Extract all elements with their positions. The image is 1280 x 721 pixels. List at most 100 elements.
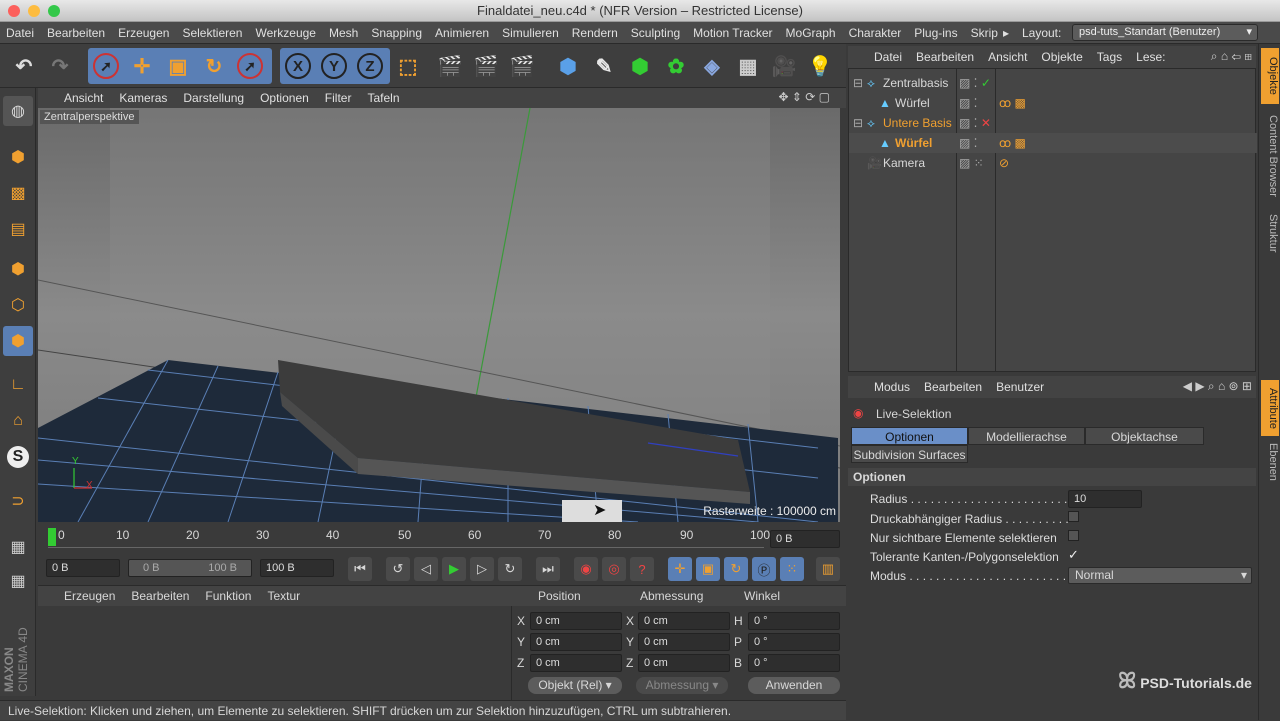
mat-menu-erzeugen[interactable]: Erzeugen bbox=[64, 589, 115, 603]
side-tab-struktur[interactable]: Struktur bbox=[1261, 208, 1279, 258]
menu-werkzeuge[interactable]: Werkzeuge bbox=[255, 26, 315, 40]
pos-z-field[interactable]: 0 cm bbox=[530, 654, 622, 672]
make-editable-button[interactable]: ◍ bbox=[3, 96, 33, 126]
pressure-radius-checkbox[interactable] bbox=[1068, 511, 1079, 522]
current-frame-field[interactable]: 0 B bbox=[770, 530, 840, 548]
light-button[interactable]: 💡 bbox=[804, 49, 836, 83]
tab-subdivision-surfaces[interactable]: Subdivision Surfaces bbox=[851, 445, 968, 463]
om-menu-bearbeiten[interactable]: Bearbeiten bbox=[916, 50, 974, 64]
vp-menu-optionen[interactable]: Optionen bbox=[260, 91, 309, 105]
menu-datei[interactable]: Datei bbox=[6, 26, 34, 40]
mat-menu-bearbeiten[interactable]: Bearbeiten bbox=[131, 589, 189, 603]
cube-button[interactable]: ⬢ bbox=[552, 49, 584, 83]
tolerant-selection-checkbox[interactable]: ✓ bbox=[1068, 547, 1079, 563]
axis-mode-button[interactable]: ∟ bbox=[3, 370, 33, 400]
object-name[interactable]: Würfel bbox=[895, 93, 930, 113]
menu-animieren[interactable]: Animieren bbox=[435, 26, 489, 40]
menu-rendern[interactable]: Rendern bbox=[572, 26, 618, 40]
key-pla-button[interactable]: ⁙ bbox=[780, 557, 804, 581]
mat-menu-funktion[interactable]: Funktion bbox=[205, 589, 251, 603]
object-row[interactable]: ⊟ ⟡ Zentralbasis ▨ ⁚ ✓ bbox=[849, 73, 1257, 93]
minimize-button[interactable] bbox=[28, 5, 40, 17]
workplane-lock-button[interactable]: ▦ bbox=[3, 532, 33, 562]
menu-sculpting[interactable]: Sculpting bbox=[631, 26, 680, 40]
magnet-button[interactable]: ⊃ bbox=[3, 486, 33, 516]
menu-mesh[interactable]: Mesh bbox=[329, 26, 358, 40]
vp-menu-kameras[interactable]: Kameras bbox=[119, 91, 167, 105]
rot-p-field[interactable]: 0 ° bbox=[748, 633, 840, 651]
object-row-selected[interactable]: ▲ Würfel ▨ ⁚ ꝏ ▩ bbox=[849, 133, 1257, 153]
z-axis-button[interactable]: Z bbox=[354, 49, 386, 83]
object-name[interactable]: Kamera bbox=[883, 153, 925, 173]
size-y-field[interactable]: 0 cm bbox=[638, 633, 730, 651]
menu-plugins[interactable]: Plug-ins bbox=[914, 26, 957, 40]
mode-select[interactable]: Normal ▾ bbox=[1068, 567, 1252, 584]
am-menu-modus[interactable]: Modus bbox=[874, 380, 910, 394]
object-row[interactable]: ▲ Würfel ▨ ⁚ ꝏ ▩ bbox=[849, 93, 1257, 113]
visibility-icon[interactable]: ▨ ⁙ bbox=[959, 153, 984, 173]
render-view-button[interactable]: 🎬 bbox=[434, 49, 466, 83]
visibility-icon[interactable]: ▨ ⁚ bbox=[959, 133, 978, 153]
size-x-field[interactable]: 0 cm bbox=[638, 612, 730, 630]
visibility-icon[interactable]: ▨ ⁚ bbox=[959, 93, 978, 113]
zoom-button[interactable] bbox=[48, 5, 60, 17]
deformer-button[interactable]: ◈ bbox=[696, 49, 728, 83]
visibility-icon[interactable]: ▨ ⁚ ✕ bbox=[959, 113, 991, 133]
apply-button[interactable]: Anwenden bbox=[748, 677, 840, 694]
radius-field[interactable]: 10 bbox=[1068, 490, 1142, 508]
key-scale-button[interactable]: ▣ bbox=[696, 557, 720, 581]
next-key-button[interactable]: ↻ bbox=[498, 557, 522, 581]
object-row[interactable]: 🎥 Kamera ▨ ⁙ ⊘ bbox=[849, 153, 1257, 173]
key-rotation-button[interactable]: ↻ bbox=[724, 557, 748, 581]
timeline-window-button[interactable]: ▥ bbox=[816, 557, 840, 581]
timeline-ruler[interactable]: 0 10 20 30 40 50 60 70 80 90 100 bbox=[48, 528, 770, 548]
vp-menu-tafeln[interactable]: Tafeln bbox=[367, 91, 399, 105]
range-slider[interactable]: 0 B 100 B bbox=[128, 559, 252, 577]
render-picture-viewer-button[interactable]: 🎬 bbox=[470, 49, 502, 83]
timeline[interactable]: 0 10 20 30 40 50 60 70 80 90 100 0 B bbox=[38, 524, 846, 552]
am-menu-benutzer[interactable]: Benutzer bbox=[996, 380, 1044, 394]
am-menu-bearbeiten[interactable]: Bearbeiten bbox=[924, 380, 982, 394]
menu-bearbeiten[interactable]: Bearbeiten bbox=[47, 26, 105, 40]
edges-mode-button[interactable]: ⬡ bbox=[3, 290, 33, 320]
key-position-button[interactable]: ✛ bbox=[668, 557, 692, 581]
polygons-mode-button[interactable]: ⬢ bbox=[3, 326, 33, 356]
object-name[interactable]: Zentralbasis bbox=[883, 73, 948, 93]
camera-button[interactable]: 🎥 bbox=[768, 49, 800, 83]
side-tab-attribute[interactable]: Attribute bbox=[1261, 380, 1279, 436]
workplane-align-button[interactable]: ▦ bbox=[3, 566, 33, 596]
om-menu-objekte[interactable]: Objekte bbox=[1041, 50, 1082, 64]
3d-viewport[interactable]: Zentralperspektive Y X Rasterweite : 100… bbox=[38, 108, 840, 522]
pos-x-field[interactable]: 0 cm bbox=[530, 612, 622, 630]
undo-button[interactable]: ↶ bbox=[8, 49, 40, 83]
vp-menu-ansicht[interactable]: Ansicht bbox=[64, 91, 103, 105]
menu-simulieren[interactable]: Simulieren bbox=[502, 26, 559, 40]
scale-button[interactable]: ▣ bbox=[162, 49, 194, 83]
start-frame-field[interactable]: 0 B bbox=[46, 559, 120, 577]
am-toolbar-icons[interactable]: ◀ ▶ ⌕ ⌂ ⊚ ⊞ bbox=[1183, 379, 1252, 394]
coordinate-system-button[interactable]: ⬚ bbox=[392, 49, 424, 83]
mograph-button[interactable]: ✿ bbox=[660, 49, 692, 83]
rotate-button[interactable]: ↻ bbox=[198, 49, 230, 83]
menu-snapping[interactable]: Snapping bbox=[371, 26, 422, 40]
expand-icon[interactable]: ⊟ bbox=[853, 73, 863, 93]
tab-optionen[interactable]: Optionen bbox=[851, 427, 968, 445]
size-mode-select[interactable]: Abmessung ▾ bbox=[636, 677, 728, 694]
menu-skript[interactable]: Skrip bbox=[971, 26, 998, 40]
redo-button[interactable]: ↷ bbox=[44, 49, 76, 83]
goto-end-button[interactable]: ⏭ bbox=[536, 557, 560, 581]
visible-only-checkbox[interactable] bbox=[1068, 530, 1079, 541]
render-settings-button[interactable]: 🎬 bbox=[506, 49, 538, 83]
om-toolbar-icons[interactable]: ⌕ ⌂ ⇦ ⊞ bbox=[1211, 49, 1252, 64]
keyframe-selection-button[interactable]: ? bbox=[630, 557, 654, 581]
om-menu-datei[interactable]: Datei bbox=[874, 50, 902, 64]
side-tab-objekte[interactable]: Objekte bbox=[1261, 48, 1279, 104]
visibility-icon[interactable]: ▨ ⁚ ✓ bbox=[959, 73, 991, 93]
object-name-selected[interactable]: Untere Basis bbox=[883, 113, 952, 133]
record-button[interactable]: ◉ bbox=[574, 557, 598, 581]
next-frame-button[interactable]: ▷ bbox=[470, 557, 494, 581]
tab-modellierachse[interactable]: Modellierachse bbox=[968, 427, 1085, 445]
rot-b-field[interactable]: 0 ° bbox=[748, 654, 840, 672]
protection-tag-icon[interactable]: ⊘ bbox=[999, 153, 1009, 173]
object-row[interactable]: ⊟ ⟡ Untere Basis ▨ ⁚ ✕ bbox=[849, 113, 1257, 133]
